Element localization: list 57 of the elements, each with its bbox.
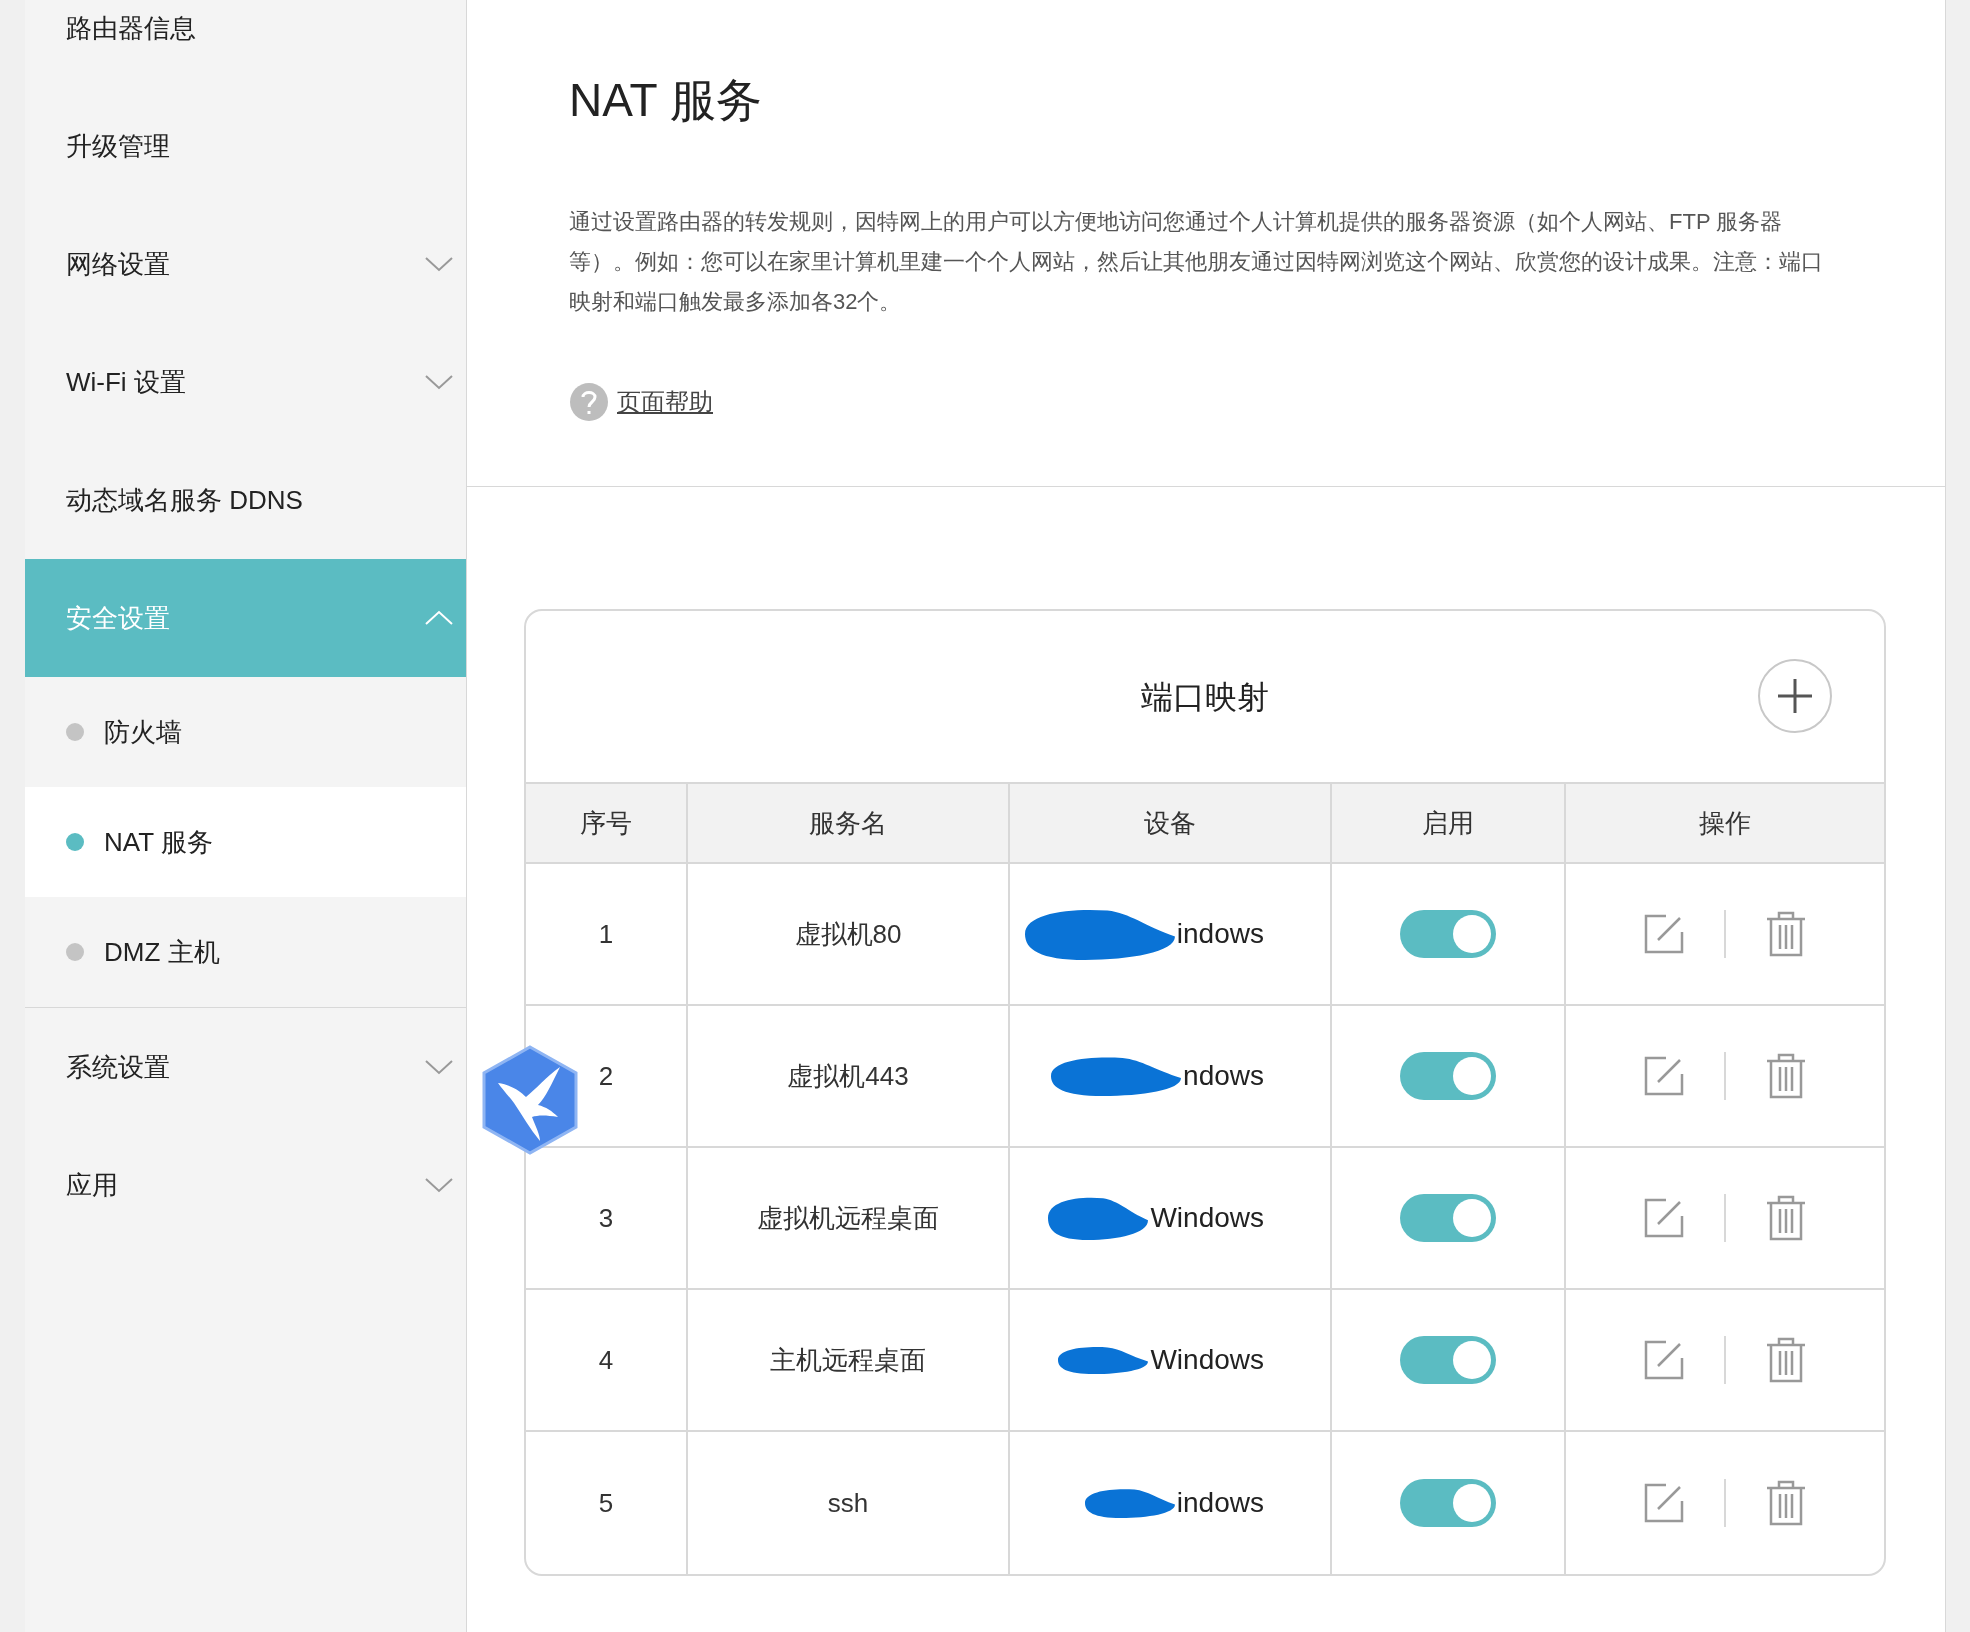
chevron-down-icon (424, 374, 454, 390)
device-name: ndows (1183, 1059, 1264, 1093)
table-cell: ssh (688, 1432, 1010, 1574)
device-name: Windows (1150, 1343, 1264, 1377)
chevron-down-icon (424, 1059, 454, 1075)
trash-icon[interactable] (1766, 1337, 1806, 1383)
toggle-switch[interactable] (1400, 910, 1496, 958)
page-description: 通过设置路由器的转发规则，因特网上的用户可以方便地访问您通过个人计算机提供的服务器资源（如个人网站、FTP 服务器等）。例如：您可以在家里计算机里建一个个人网站，然后让其他朋友通过因特网浏览这个网站、欣赏您的设计成果。注意：端口映射和端口触发最多添加各32个。 (569, 208, 1824, 316)
help-link[interactable]: 页面帮助 (617, 384, 713, 420)
device-name: Windows (1150, 1201, 1264, 1235)
toggle-switch[interactable] (1400, 1336, 1496, 1384)
toggle-switch[interactable] (1400, 1052, 1496, 1100)
chevron-down-icon (424, 256, 454, 272)
table-cell: 5 (526, 1432, 688, 1574)
column-header: 启用 (1332, 784, 1566, 862)
sidebar-item[interactable]: 路由器信息 (25, 0, 466, 87)
sidebar-item[interactable]: 应用 (25, 1126, 466, 1244)
device-name: indows (1176, 1486, 1264, 1520)
trash-icon[interactable] (1766, 911, 1806, 957)
column-header: 服务名 (688, 784, 1010, 862)
trash-icon[interactable] (1766, 1053, 1806, 1099)
chevron-down-icon (424, 1177, 454, 1193)
edit-icon[interactable] (1644, 1483, 1684, 1523)
bullet-icon (66, 943, 84, 961)
table-cell: 4 (526, 1290, 688, 1430)
column-header: 序号 (526, 784, 688, 862)
table-cell: 虚拟机远程桌面 (688, 1148, 1010, 1288)
column-header: 操作 (1698, 806, 1752, 840)
plus-icon (1778, 679, 1812, 713)
sidebar-item[interactable]: 升级管理 (25, 87, 466, 205)
trash-icon[interactable] (1766, 1195, 1806, 1241)
toggle-switch[interactable] (1400, 1479, 1496, 1527)
trash-icon[interactable] (1766, 1480, 1806, 1526)
table-cell: 主机远程桌面 (688, 1290, 1010, 1430)
edit-icon[interactable] (1644, 914, 1684, 954)
sidebar-subitem[interactable]: 防火墙 (25, 677, 466, 787)
edit-icon[interactable] (1644, 1340, 1684, 1380)
sidebar-subitem[interactable]: DMZ 主机 (25, 897, 466, 1007)
bullet-icon (66, 833, 84, 851)
device-name: indows (1176, 917, 1264, 951)
toggle-switch[interactable] (1400, 1194, 1496, 1242)
page-title: NAT 服务 (569, 73, 763, 128)
sidebar-subitem[interactable]: NAT 服务 (25, 787, 466, 897)
table-title: 端口映射 (1141, 677, 1269, 717)
sidebar-item[interactable]: Wi-Fi 设置 (25, 323, 466, 441)
sidebar-item[interactable]: 系统设置 (25, 1008, 466, 1126)
help-icon (569, 382, 609, 422)
table-cell: 虚拟机443 (688, 1006, 1010, 1146)
edit-icon[interactable] (1644, 1198, 1684, 1238)
table-cell: 1 (526, 864, 688, 1004)
column-header: 设备 (1010, 784, 1332, 862)
chevron-up-icon (424, 610, 454, 626)
sidebar-item[interactable]: 动态域名服务 DDNS (25, 441, 466, 559)
table-cell: 虚拟机80 (688, 864, 1010, 1004)
bullet-icon (66, 723, 84, 741)
edit-icon[interactable] (1644, 1056, 1684, 1096)
sidebar-item[interactable]: 网络设置 (25, 205, 466, 323)
